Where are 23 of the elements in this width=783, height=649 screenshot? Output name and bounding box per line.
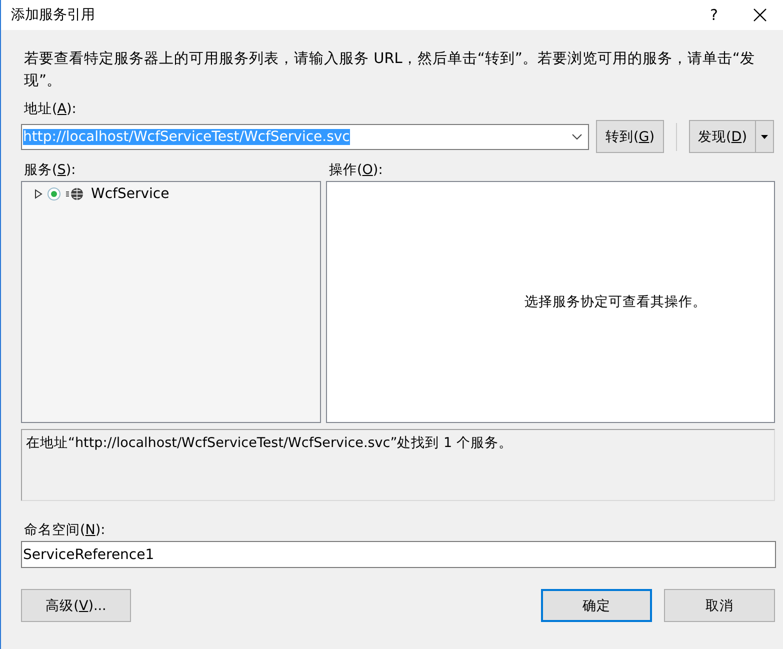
go-button[interactable]: 转到(G) (596, 120, 664, 153)
empty-message: 选择服务协定可查看其操作。 (524, 293, 706, 311)
help-button[interactable]: ? (691, 0, 737, 30)
instructions-text: 若要查看特定服务器上的可用服务列表，请输入服务 URL，然后单击“转到”。若要浏览可用的服务，请单击“发现”。 (24, 50, 756, 91)
operations-label: 操作(O): (329, 161, 383, 179)
namespace-field[interactable]: ServiceReference1 (21, 541, 776, 568)
caret-icon (760, 134, 768, 138)
services-label: 服务(S): (24, 161, 76, 179)
expand-icon[interactable] (34, 189, 43, 199)
address-label: 地址(A): (24, 100, 76, 118)
close-icon (753, 8, 767, 22)
operations-list[interactable]: 选择服务协定可查看其操作。 (326, 181, 775, 423)
service-status-icon (47, 187, 61, 201)
status-text: 在地址“http://localhost/WcfServiceTest/WcfService.svc”处找到 1 个服务。 (26, 435, 512, 451)
cancel-button[interactable]: 取消 (664, 589, 775, 622)
advanced-button[interactable]: 高级(V)... (21, 589, 131, 622)
namespace-label: 命名空间(N): (24, 521, 106, 539)
dropdown-icon (572, 134, 582, 140)
services-tree[interactable]: WcfService (21, 181, 321, 423)
service-tree-item[interactable]: WcfService (91, 186, 170, 202)
globe-icon (65, 187, 85, 201)
ok-button[interactable]: 确定 (541, 589, 652, 622)
window-title: 添加服务引用 (11, 6, 96, 24)
